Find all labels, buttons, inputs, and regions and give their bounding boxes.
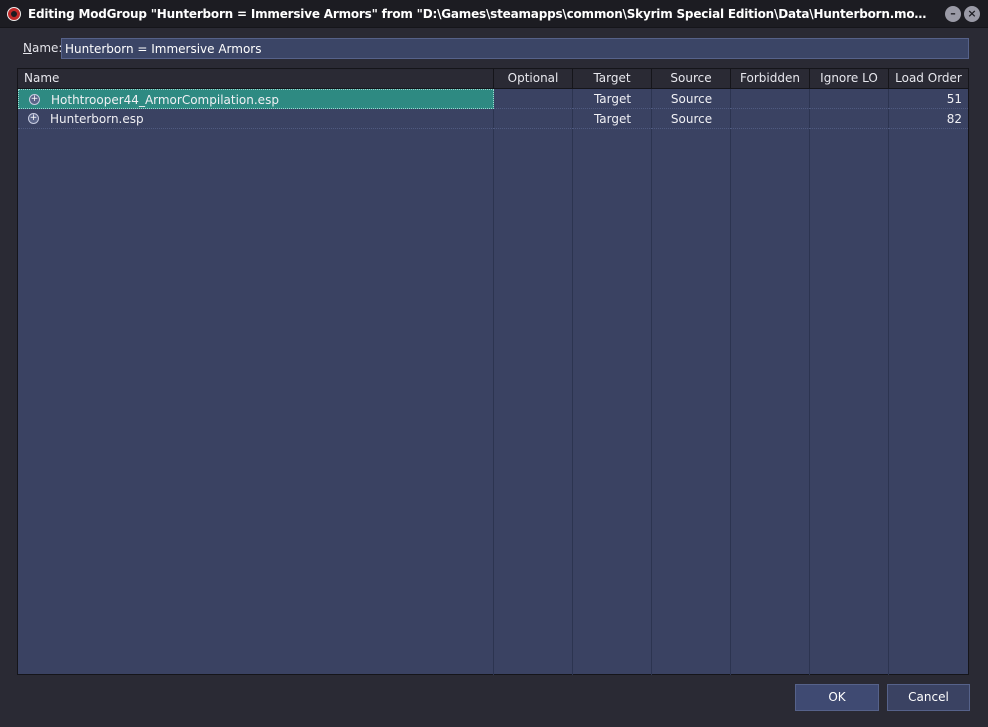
ok-button[interactable]: OK	[795, 684, 879, 711]
expand-icon[interactable]: +	[28, 113, 39, 124]
column-header-target[interactable]: Target	[573, 69, 652, 89]
row-name-label: Hothtrooper44_ArmorCompilation.esp	[51, 93, 279, 107]
row-target-cell[interactable]: Target	[573, 109, 652, 129]
column-header-ignore-lo[interactable]: Ignore LO	[810, 69, 889, 89]
column-divider	[651, 89, 652, 675]
column-divider	[888, 89, 889, 675]
row-optional-cell[interactable]	[494, 89, 573, 109]
column-divider	[572, 89, 573, 675]
cancel-button[interactable]: Cancel	[887, 684, 970, 711]
row-ignore-lo-cell[interactable]	[810, 89, 889, 109]
mod-table: Name Optional Target Source Forbidden Ig…	[17, 68, 969, 675]
name-label: Name:	[23, 41, 63, 55]
column-divider	[493, 89, 494, 675]
app-icon	[7, 7, 21, 21]
table-row[interactable]: + Hunterborn.esp Target Source 82	[18, 109, 968, 129]
window-title: Editing ModGroup "Hunterborn = Immersive…	[28, 7, 933, 21]
row-name-cell[interactable]: + Hunterborn.esp	[18, 109, 494, 129]
row-load-order-cell: 82	[889, 109, 968, 129]
column-header-name[interactable]: Name	[18, 69, 494, 89]
minimize-icon[interactable]: –	[945, 6, 961, 22]
column-header-optional[interactable]: Optional	[494, 69, 573, 89]
column-divider	[809, 89, 810, 675]
row-forbidden-cell[interactable]	[731, 109, 810, 129]
row-name-cell[interactable]: + Hothtrooper44_ArmorCompilation.esp	[18, 89, 494, 109]
column-header-load-order[interactable]: Load Order	[889, 69, 968, 89]
row-forbidden-cell[interactable]	[731, 89, 810, 109]
row-name-label: Hunterborn.esp	[50, 112, 144, 126]
name-input[interactable]	[61, 38, 969, 59]
column-divider	[730, 89, 731, 675]
close-icon[interactable]: ×	[964, 6, 980, 22]
table-header: Name Optional Target Source Forbidden Ig…	[18, 69, 968, 89]
row-source-cell[interactable]: Source	[652, 109, 731, 129]
column-header-forbidden[interactable]: Forbidden	[731, 69, 810, 89]
title-bar: Editing ModGroup "Hunterborn = Immersive…	[0, 0, 988, 28]
row-load-order-cell: 51	[889, 89, 968, 109]
row-target-cell[interactable]: Target	[573, 89, 652, 109]
column-header-source[interactable]: Source	[652, 69, 731, 89]
expand-icon[interactable]: +	[29, 94, 40, 105]
row-source-cell[interactable]: Source	[652, 89, 731, 109]
row-optional-cell[interactable]	[494, 109, 573, 129]
row-ignore-lo-cell[interactable]	[810, 109, 889, 129]
table-row[interactable]: + Hothtrooper44_ArmorCompilation.esp Tar…	[18, 89, 968, 109]
